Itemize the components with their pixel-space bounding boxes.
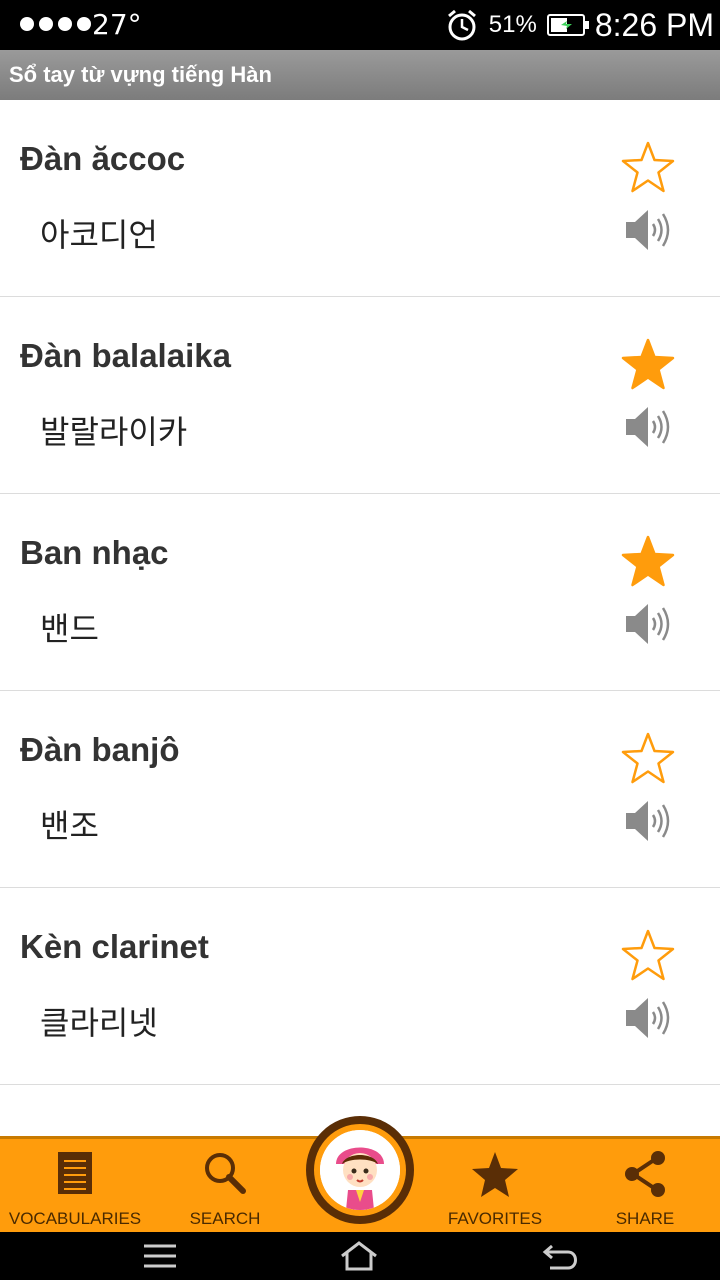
word-korean: 클라리넷 bbox=[40, 1004, 158, 1042]
tab-label: VOCABULARIES bbox=[8, 1209, 142, 1228]
home-mascot-button[interactable] bbox=[306, 1116, 414, 1224]
star-filled-icon[interactable] bbox=[620, 534, 676, 590]
star-outline-icon[interactable] bbox=[620, 928, 676, 984]
word-korean: 밴드 bbox=[40, 610, 99, 648]
word-vietnamese: Đàn banjô bbox=[20, 731, 180, 768]
signal-icon bbox=[20, 17, 91, 31]
tab-favorites[interactable]: FAVORITES bbox=[420, 1139, 570, 1235]
tab-label: SHARE bbox=[615, 1209, 675, 1228]
menu-icon[interactable] bbox=[142, 1240, 178, 1272]
speaker-icon[interactable] bbox=[622, 204, 674, 256]
list-item[interactable]: Đàn banjô 밴조 bbox=[0, 691, 720, 888]
star-outline-icon[interactable] bbox=[620, 731, 676, 787]
back-icon[interactable] bbox=[540, 1240, 580, 1272]
speaker-icon[interactable] bbox=[622, 795, 674, 847]
app-title-bar: Sổ tay từ vựng tiếng Hàn bbox=[0, 50, 720, 100]
word-vietnamese: Ban nhạc bbox=[20, 534, 169, 571]
star-icon bbox=[472, 1152, 518, 1197]
share-icon bbox=[625, 1151, 665, 1197]
app-title: Sổ tay từ vựng tiếng Hàn bbox=[9, 62, 272, 87]
tab-label: SEARCH bbox=[189, 1209, 261, 1228]
word-korean: 발랄라이카 bbox=[40, 413, 188, 451]
list-item[interactable]: Kèn clarinet 클라리넷 bbox=[0, 888, 720, 1085]
battery-percent: 51% bbox=[488, 11, 537, 38]
word-vietnamese: Đàn ăccoc bbox=[20, 140, 186, 177]
alarm-icon bbox=[447, 9, 476, 41]
word-korean: 밴조 bbox=[40, 807, 99, 845]
clock: 8:26 PM bbox=[594, 6, 714, 43]
tab-search[interactable]: SEARCH bbox=[150, 1139, 300, 1235]
speaker-icon[interactable] bbox=[622, 401, 674, 453]
tab-label: FAVORITES bbox=[447, 1209, 543, 1228]
speaker-icon[interactable] bbox=[622, 992, 674, 1044]
home-icon[interactable] bbox=[338, 1240, 380, 1272]
speaker-icon[interactable] bbox=[622, 598, 674, 650]
battery-icon bbox=[546, 14, 589, 36]
status-bar: 27° 51% 8:26 PM bbox=[0, 0, 720, 50]
tab-share[interactable]: SHARE bbox=[570, 1139, 720, 1235]
list-item[interactable]: Đàn ăccoc 아코디언 bbox=[0, 100, 720, 297]
search-icon bbox=[205, 1153, 246, 1194]
document-icon bbox=[58, 1152, 92, 1194]
star-filled-icon[interactable] bbox=[620, 337, 676, 393]
mascot-icon bbox=[320, 1130, 400, 1210]
tab-vocabularies[interactable]: VOCABULARIES bbox=[0, 1139, 150, 1235]
list-item[interactable]: Đàn balalaika 발랄라이카 bbox=[0, 297, 720, 494]
system-nav-bar bbox=[0, 1232, 720, 1280]
word-vietnamese: Kèn clarinet bbox=[20, 928, 209, 965]
star-outline-icon[interactable] bbox=[620, 140, 676, 196]
list-item[interactable]: Ban nhạc 밴드 bbox=[0, 494, 720, 691]
temperature: 27° bbox=[92, 8, 142, 41]
word-korean: 아코디언 bbox=[40, 216, 158, 254]
word-vietnamese: Đàn balalaika bbox=[20, 337, 231, 374]
vocabulary-list[interactable]: Đàn ăccoc 아코디언 Đàn balalaika 발랄라이카 Ban nhạc 밴… bbox=[0, 100, 720, 1136]
